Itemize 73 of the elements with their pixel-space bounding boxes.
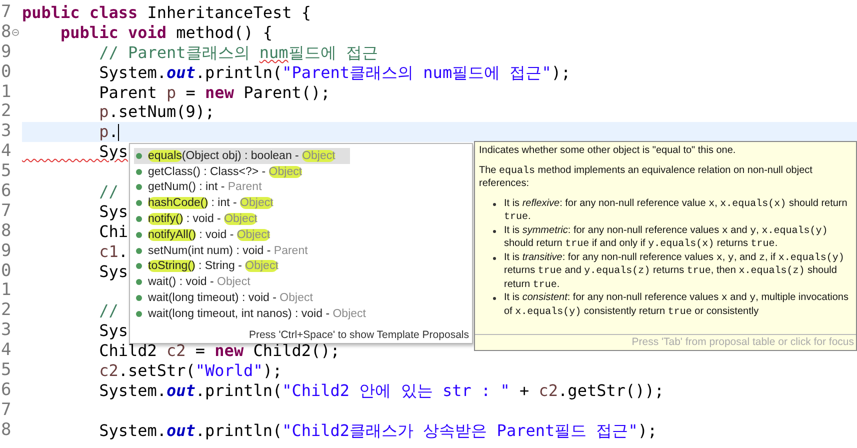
line-number: 1 bbox=[1, 82, 12, 102]
code-line: // bbox=[98, 182, 118, 202]
popup-hint: Press 'Tab' from proposal table or click for focus bbox=[475, 334, 856, 350]
code-line: Sys bbox=[98, 262, 128, 282]
line-number: 3 bbox=[1, 122, 12, 142]
line-number: 5 bbox=[1, 361, 12, 381]
code-line: // Parent클래스의 num필드에 접근 bbox=[98, 42, 378, 63]
proposal-item[interactable]: getNum() : int - Parent bbox=[134, 180, 350, 196]
method-icon bbox=[136, 263, 142, 270]
line-number: 3 bbox=[1, 321, 12, 342]
text-cursor bbox=[118, 124, 120, 141]
code-line: Sys bbox=[98, 142, 128, 162]
code-line: Sys bbox=[98, 321, 128, 342]
line-number: 0 bbox=[1, 262, 12, 282]
line-number: 6 bbox=[1, 182, 12, 202]
doc-paragraph: The equals method implements an equivalence relation on non-null object references: bbox=[479, 164, 814, 190]
proposal-item[interactable]: setNum(int num) : void - Parent bbox=[134, 242, 350, 259]
bullet-icon bbox=[493, 230, 496, 232]
code-line: System.out.println("Child2 안에 있는 str : " + c2.getStr()); bbox=[98, 380, 664, 401]
bullet-icon bbox=[493, 202, 496, 206]
line-number: 2 bbox=[1, 301, 12, 322]
code-line: c2.setStr("World"); bbox=[98, 361, 282, 381]
code-line: p. bbox=[98, 122, 118, 142]
line-number: 5 bbox=[1, 162, 12, 182]
line-number: 7 bbox=[1, 202, 12, 222]
line-number: 9 bbox=[1, 42, 12, 63]
line-number: 1 bbox=[1, 281, 12, 302]
doc-list-item: It is reflexive: for any non-null reference value x, x.equals(x) should return true. bbox=[504, 196, 848, 224]
bullet-icon bbox=[493, 256, 496, 260]
code-line: Sys bbox=[98, 202, 128, 222]
code-line: Parent p = new Parent(); bbox=[98, 82, 330, 102]
line-number: 0 bbox=[1, 62, 12, 83]
popup-hint: Press 'Ctrl+Space' to show Template Proposals bbox=[248, 329, 470, 343]
code-line: public class InheritanceTest { bbox=[22, 3, 311, 23]
proposal-item[interactable]: notifyAll() : void - Object bbox=[134, 226, 350, 243]
code-line: c1. bbox=[98, 242, 128, 262]
code-line: Chi bbox=[98, 222, 128, 242]
line-number: 7 bbox=[1, 400, 12, 421]
code-line: p.setNum(9); bbox=[98, 102, 215, 122]
method-icon bbox=[136, 184, 142, 190]
bullet-icon bbox=[493, 297, 496, 300]
code-line: Child2 c2 = new Child2(); bbox=[98, 341, 340, 362]
doc-list-item: It is transitive: for any non-null reference values x, y, and z, if x.equals(y) returns true and y.equals(z) returns true, then x.equals(z) should return true. bbox=[504, 250, 846, 291]
line-number: 7 bbox=[1, 3, 12, 23]
method-icon bbox=[136, 168, 142, 175]
method-icon bbox=[136, 279, 142, 286]
method-icon bbox=[136, 216, 142, 222]
proposal-item[interactable]: wait() : void - Object bbox=[134, 274, 350, 290]
doc-list-item: It is consistent: for any non-null reference values x and y, multiple invocations of x.equals(y) consistently return true or consistently bbox=[504, 291, 850, 318]
code-line: System.out.println("Parent클래스의 num필드에 접근"); bbox=[98, 62, 571, 83]
method-icon bbox=[136, 200, 142, 206]
method-icon bbox=[136, 295, 142, 302]
doc-list-item: It is symmetric: for any non-null reference values x and y, x.equals(y) should return true if and only if y.equals(x) returns true. bbox=[504, 224, 829, 250]
proposal-item[interactable]: wait(long timeout) : void - Object bbox=[134, 290, 350, 306]
method-icon bbox=[136, 232, 142, 238]
method-icon bbox=[136, 248, 142, 254]
line-number: 8 bbox=[1, 222, 12, 242]
code-line: // bbox=[98, 301, 118, 322]
line-number: 9 bbox=[1, 242, 12, 262]
method-icon bbox=[136, 152, 142, 159]
fold-toggle-icon[interactable] bbox=[12, 29, 20, 36]
method-icon bbox=[136, 310, 142, 317]
line-number: 4 bbox=[1, 142, 12, 162]
line-number: 4 bbox=[1, 341, 12, 362]
line-number: 8 bbox=[1, 22, 12, 43]
code-line: public void method() { bbox=[60, 22, 272, 43]
line-number: 8 bbox=[1, 420, 12, 441]
doc-paragraph: Indicates whether some other object is "equal to" this one. bbox=[479, 144, 737, 158]
proposal-item[interactable]: getClass() : Class<?> - Object bbox=[134, 164, 350, 180]
code-line: System.out.println("Child2클래스가 상속받은 Parent필드 접근"); bbox=[98, 420, 658, 441]
line-number: 6 bbox=[1, 380, 12, 401]
proposal-item[interactable]: wait(long timeout, int nanos) : void - Object bbox=[134, 306, 366, 322]
line-number: 2 bbox=[1, 102, 12, 122]
